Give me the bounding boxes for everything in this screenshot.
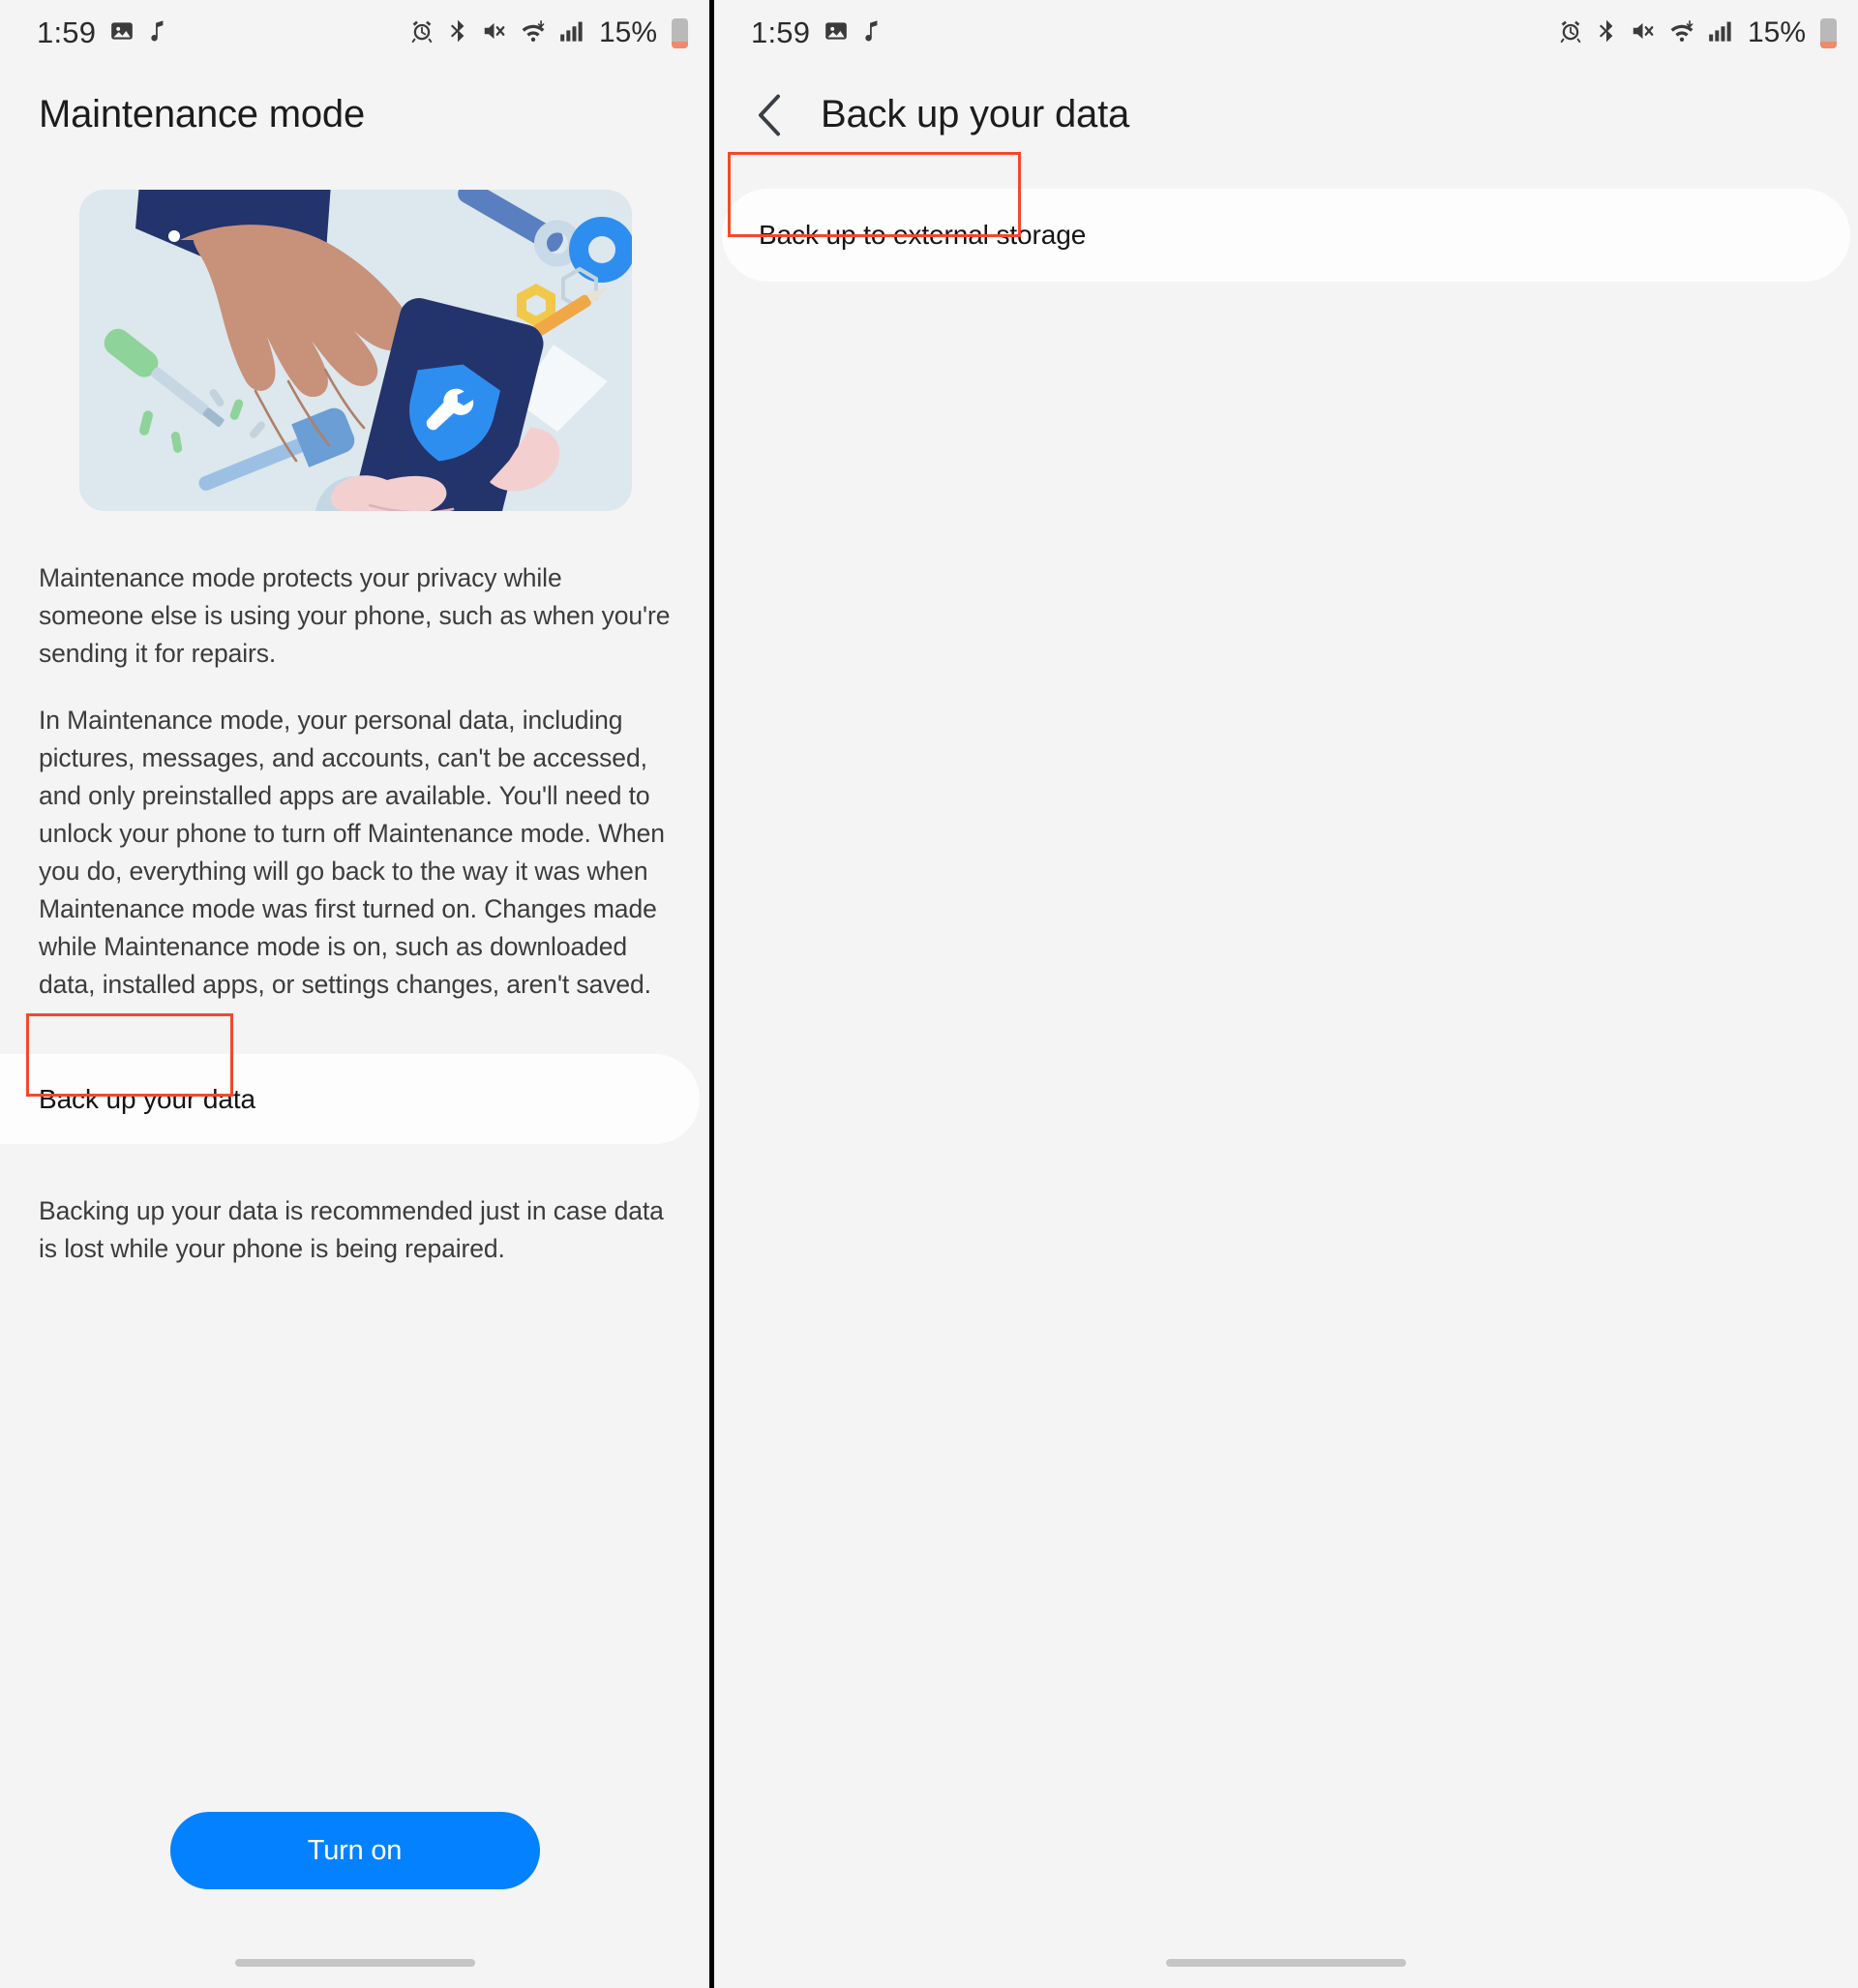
battery-icon [672, 17, 688, 48]
photo-icon [109, 18, 135, 48]
wifi-icon [1668, 18, 1695, 48]
bluetooth-icon [447, 18, 468, 48]
status-bar-right: 1:59 15% [714, 0, 1858, 66]
illustration-svg [79, 190, 632, 511]
backup-your-data-label: Back up your data [39, 1083, 255, 1114]
photo-icon [824, 18, 849, 48]
right-phone-screen: 1:59 15% Back up your data Back up to ex… [714, 0, 1858, 1988]
primary-button-container: Turn on [0, 1812, 709, 1889]
navigation-handle-right[interactable] [1166, 1959, 1406, 1967]
page-title: Maintenance mode [39, 93, 366, 136]
status-bar-right-group: 15% [409, 16, 688, 49]
right-page-title: Back up your data [821, 93, 1130, 136]
paragraph-1: Maintenance mode protects your privacy w… [39, 563, 671, 668]
status-bar-right-group-2: 15% [1558, 16, 1837, 49]
dual-screenshot-container: 1:59 15% Maintenance mode Maintenance mo… [0, 0, 1858, 1988]
maintenance-mode-illustration [79, 190, 632, 511]
bluetooth-icon [1596, 18, 1617, 48]
mute-icon [1630, 18, 1656, 48]
wifi-icon [520, 18, 547, 48]
signal-icon [559, 18, 584, 48]
mute-icon [481, 18, 507, 48]
status-bar-left: 1:59 15% [0, 0, 709, 66]
status-bar-clock-2: 1:59 [751, 15, 811, 49]
left-phone-screen: 1:59 15% Maintenance mode Maintenance mo… [0, 0, 709, 1988]
music-note-icon [148, 18, 167, 48]
battery-percent-label-2: 15% [1747, 16, 1806, 48]
signal-icon [1708, 18, 1733, 48]
status-bar-left-group: 1:59 [37, 15, 167, 50]
battery-icon [1820, 17, 1837, 48]
music-note-icon [862, 18, 882, 48]
description-text: Maintenance mode protects your privacy w… [0, 559, 709, 1004]
right-page-header: Back up your data [714, 66, 1858, 136]
alarm-icon [409, 18, 435, 48]
alarm-icon [1558, 18, 1583, 48]
back-up-to-external-storage-label: Back up to external storage [759, 220, 1087, 250]
status-bar-left-group-2: 1:59 [751, 15, 882, 50]
navigation-handle-left[interactable] [234, 1959, 475, 1967]
paragraph-2: In Maintenance mode, your personal data,… [39, 706, 665, 999]
backup-footnote: Backing up your data is recommended just… [39, 1196, 664, 1263]
status-bar-clock: 1:59 [37, 15, 97, 49]
battery-percent-label: 15% [598, 16, 657, 48]
chevron-left-icon[interactable] [753, 94, 786, 136]
backup-your-data-row[interactable]: Back up your data [0, 1013, 700, 1144]
turn-on-button[interactable]: Turn on [169, 1812, 540, 1889]
back-up-to-external-storage-row[interactable]: Back up to external storage [722, 152, 1850, 282]
